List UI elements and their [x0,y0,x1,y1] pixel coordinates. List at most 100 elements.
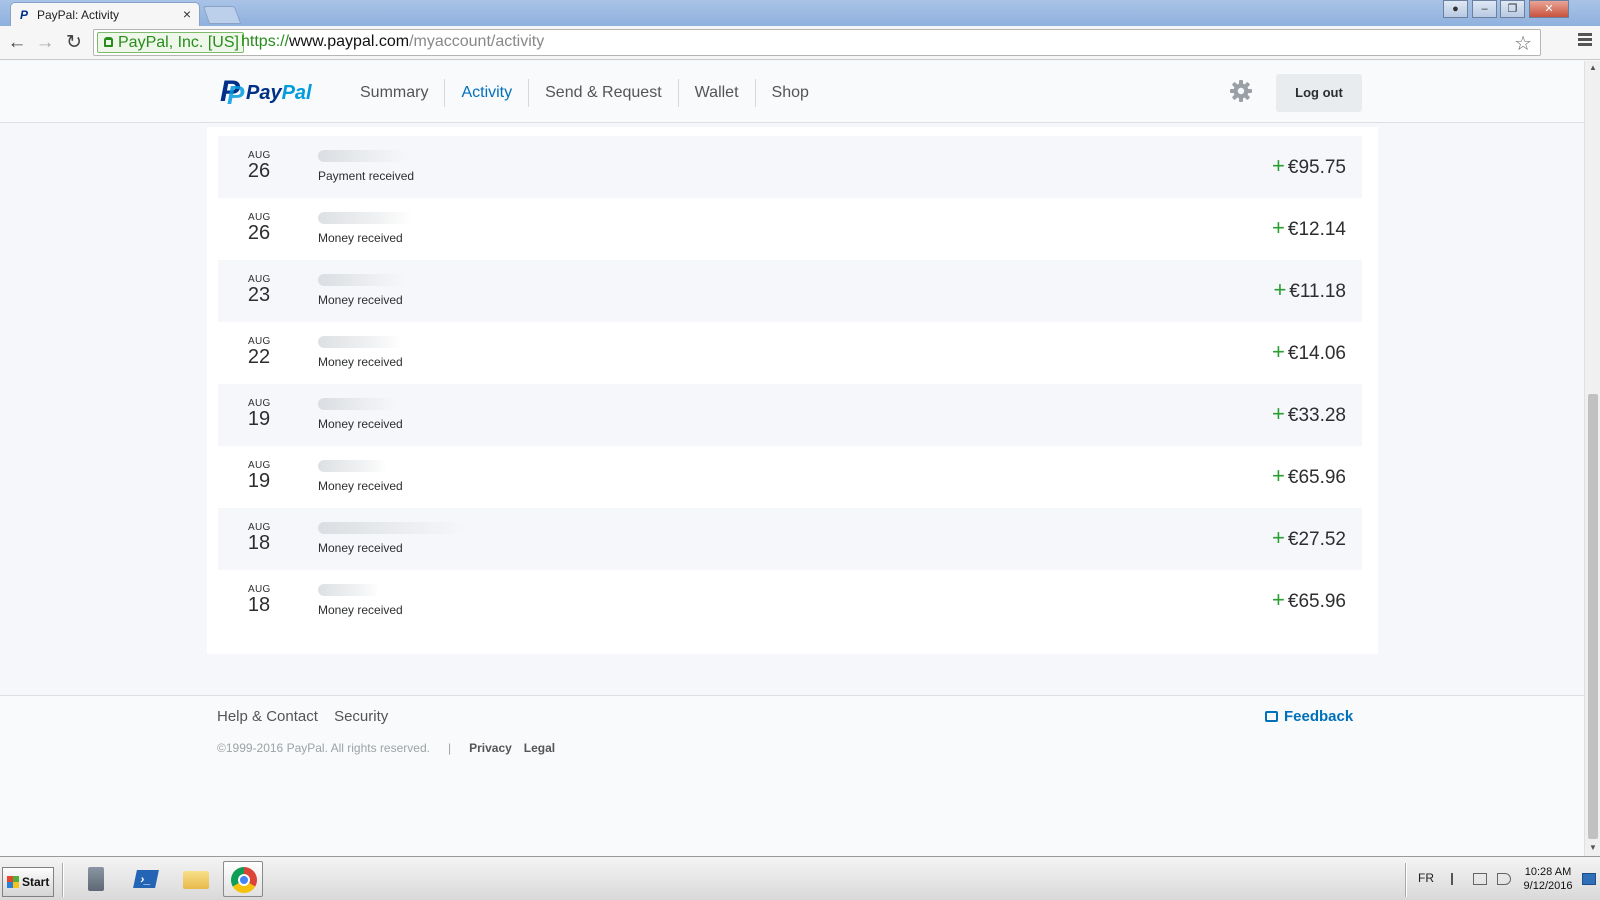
windows-taskbar: Start ›_ FR 10:28 AM 9/12/2016 [0,856,1600,900]
profile-icon[interactable]: ● [1443,0,1468,18]
network-icon[interactable] [1473,873,1487,885]
browser-titlebar: P PayPal: Activity × ● – ❐ ✕ [0,0,1600,26]
flag-icon[interactable] [1451,873,1465,885]
url-path: /myaccount/activity [409,33,545,50]
volume-icon[interactable] [1497,873,1511,885]
nav-activity[interactable]: Activity [444,79,528,107]
date-day: 19 [247,408,271,430]
help-contact-link[interactable]: Help & Contact [217,708,318,725]
system-clock[interactable]: 10:28 AM 9/12/2016 [1520,865,1576,893]
show-desktop-button[interactable] [1582,873,1596,885]
chrome-taskbar-icon[interactable] [223,861,263,897]
transaction-row[interactable]: AUG 19 Money received + €33.28 [218,384,1362,446]
clock-date: 9/12/2016 [1523,880,1573,892]
windows-logo-icon [7,876,19,888]
transaction-description: Money received [318,603,403,617]
transaction-row[interactable]: AUG 22 Money received + €14.06 [218,322,1362,384]
privacy-link[interactable]: Privacy [469,741,512,755]
powershell-icon[interactable]: ›_ [126,861,166,897]
speech-bubble-icon [1265,711,1278,722]
transaction-amount: + €33.28 [1272,401,1346,426]
transaction-row[interactable]: AUG 26 Payment received + €95.75 [218,136,1362,198]
transaction-amount: + €11.18 [1273,277,1346,302]
paypal-favicon-icon: P [20,8,29,22]
date-day: 26 [247,222,271,244]
chrome-menu-icon[interactable] [1578,33,1592,47]
nav-shop[interactable]: Shop [754,79,825,107]
date-day: 18 [247,594,271,616]
date-day: 18 [247,532,271,554]
footer-links: Help & Contact Security [217,708,400,725]
nav-wallet[interactable]: Wallet [677,79,755,107]
lock-icon [104,37,113,47]
transaction-description: Money received [318,355,403,369]
close-window-button[interactable]: ✕ [1529,0,1569,18]
plus-icon: + [1272,153,1285,178]
plus-icon: + [1272,339,1285,364]
new-tab-button[interactable] [202,6,242,24]
ev-certificate-badge[interactable]: PayPal, Inc. [US] [97,32,244,53]
security-link[interactable]: Security [334,708,388,725]
scroll-thumb[interactable] [1588,394,1598,839]
plus-icon: + [1272,401,1285,426]
file-explorer-icon[interactable] [176,861,216,897]
page-scrollbar[interactable]: ▲ ▼ [1584,61,1600,856]
forward-icon[interactable]: → [34,32,56,54]
plus-icon: + [1272,215,1285,240]
redacted-name [318,336,402,348]
transaction-row[interactable]: AUG 18 Money received + €27.52 [218,508,1362,570]
transaction-amount: + €12.14 [1272,215,1346,240]
reload-icon[interactable]: ↻ [63,32,85,54]
transaction-description: Money received [318,293,403,307]
back-icon[interactable]: ← [6,32,28,54]
redacted-name [318,460,388,472]
star-icon[interactable]: ☆ [1514,31,1532,56]
transaction-description: Money received [318,479,403,493]
tab-title: PayPal: Activity [37,8,120,22]
legal-link[interactable]: Legal [524,741,555,755]
transaction-row[interactable]: AUG 18 Money received + €65.96 [218,570,1362,632]
redacted-name [318,522,468,534]
main-nav: Summary Activity Send & Request Wallet S… [344,79,825,107]
clock-time: 10:28 AM [1524,866,1572,878]
transaction-description: Payment received [318,169,415,183]
page-viewport: P P PayPal Summary Activity Send & Reque… [0,61,1584,856]
logo-text-pay: Pay [246,82,282,104]
date-day: 23 [247,284,271,306]
language-indicator[interactable]: FR [1418,871,1434,885]
redacted-name [318,150,408,162]
tab-close-icon[interactable]: × [183,6,191,22]
nav-send-request[interactable]: Send & Request [528,79,678,107]
scroll-down-icon[interactable]: ▼ [1589,843,1597,852]
transaction-row[interactable]: AUG 26 Money received + €12.14 [218,198,1362,260]
date-day: 22 [247,346,271,368]
transaction-amount: + €65.96 [1272,587,1346,612]
nav-summary[interactable]: Summary [344,79,444,107]
url-text[interactable]: https://www.paypal.com/myaccount/activit… [241,33,544,51]
gear-icon[interactable] [1229,79,1253,103]
minimize-button[interactable]: – [1472,0,1497,18]
transaction-description: Money received [318,231,403,245]
footer-legal: ©1999-2016 PayPal. All rights reserved. |… [217,741,567,755]
start-button[interactable]: Start [2,867,54,897]
address-bar[interactable]: PayPal, Inc. [US] https://www.paypal.com… [93,29,1541,56]
scroll-up-icon[interactable]: ▲ [1589,63,1597,72]
logout-button[interactable]: Log out [1276,74,1362,112]
redacted-name [318,398,398,410]
page-footer: Help & Contact Security Feedback ©1999-2… [0,695,1584,856]
redacted-name [318,212,413,224]
browser-tab[interactable]: P PayPal: Activity × [10,2,200,26]
ev-label: PayPal, Inc. [US] [118,34,239,51]
transaction-description: Money received [318,417,403,431]
plus-icon: + [1272,587,1285,612]
transaction-row[interactable]: AUG 19 Money received + €65.96 [218,446,1362,508]
maximize-button[interactable]: ❐ [1500,0,1525,18]
plus-icon: + [1272,463,1285,488]
plus-icon: + [1272,525,1285,550]
browser-toolbar: ← → ↻ PayPal, Inc. [US] https://www.payp… [0,26,1600,60]
feedback-link[interactable]: Feedback [1265,708,1353,725]
transaction-row[interactable]: AUG 23 Money received + €11.18 [218,260,1362,322]
copyright-text: ©1999-2016 PayPal. All rights reserved. [217,741,430,755]
transaction-amount: + €14.06 [1272,339,1346,364]
server-manager-icon[interactable] [76,861,116,897]
